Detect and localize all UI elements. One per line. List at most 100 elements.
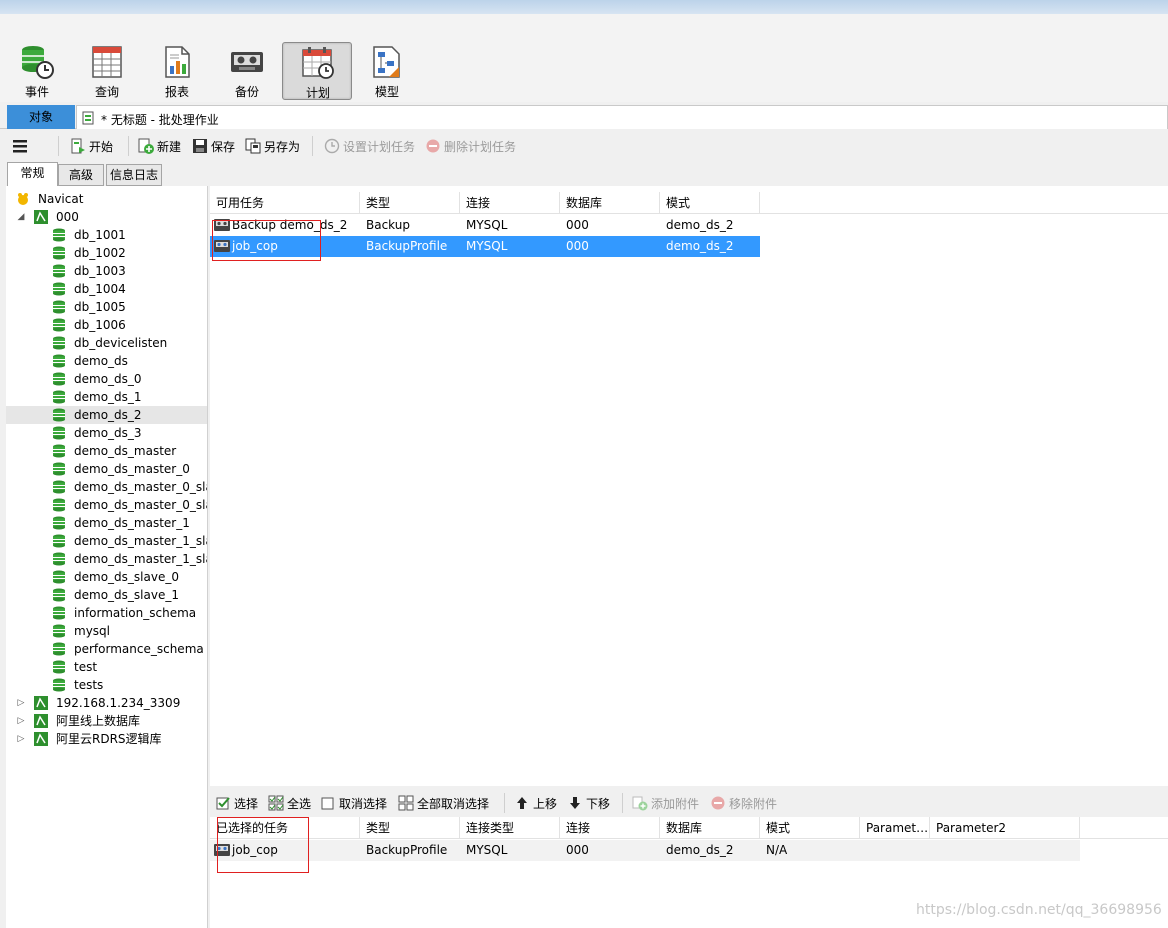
- tree-root[interactable]: Navicat: [6, 190, 207, 208]
- col-connection[interactable]: 连接: [460, 192, 560, 214]
- tree-database-item[interactable]: demo_ds_slave_1: [6, 586, 207, 604]
- tree-database-item[interactable]: demo_ds_master_0_slav: [6, 496, 207, 514]
- start-button[interactable]: 开始: [70, 138, 113, 156]
- save-as-button[interactable]: 另存为: [245, 138, 300, 156]
- tree-connection[interactable]: ◢ 000: [6, 208, 207, 226]
- tree-database-item[interactable]: db_1005: [6, 298, 207, 316]
- expand-arrow-icon[interactable]: ▷: [16, 694, 26, 712]
- tree-database-item[interactable]: information_schema: [6, 604, 207, 622]
- deselect-button[interactable]: 取消选择: [320, 795, 387, 813]
- col-type[interactable]: 类型: [360, 192, 460, 214]
- col-parameter2[interactable]: Parameter2: [930, 817, 1080, 839]
- ribbon-event-button[interactable]: 事件: [2, 42, 72, 100]
- toolbar-separator: [504, 793, 505, 813]
- move-down-button[interactable]: 下移: [567, 795, 610, 813]
- tree-connection[interactable]: ▷ 192.168.1.234_3309: [6, 694, 207, 712]
- col-type[interactable]: 类型: [360, 817, 460, 839]
- tree-database-item[interactable]: demo_ds_master_1_slav: [6, 532, 207, 550]
- tree-database-item[interactable]: demo_ds_slave_0: [6, 568, 207, 586]
- tree-database-item[interactable]: db_1003: [6, 262, 207, 280]
- tree-database-item[interactable]: demo_ds_master_0: [6, 460, 207, 478]
- tree-database-item[interactable]: tests: [6, 676, 207, 694]
- col-parameter1[interactable]: Paramet…: [860, 817, 930, 839]
- tree-database-item[interactable]: demo_ds_2: [6, 406, 207, 424]
- col-available-task[interactable]: 可用任务: [210, 192, 360, 214]
- tree-database-item[interactable]: demo_ds_master_1_slav: [6, 550, 208, 568]
- delete-schedule-label: 删除计划任务: [444, 140, 517, 154]
- database-icon: [53, 606, 65, 620]
- select-button[interactable]: 选择: [215, 795, 258, 813]
- tree-database-item[interactable]: demo_ds_master: [6, 442, 207, 460]
- tree-database-item[interactable]: demo_ds_3: [6, 424, 207, 442]
- remove-attachment-label: 移除附件: [729, 797, 778, 811]
- ribbon-schedule-button[interactable]: 计划: [282, 42, 352, 100]
- collapse-arrow-icon[interactable]: ◢: [16, 208, 26, 226]
- tree-database-item[interactable]: mysql: [6, 622, 207, 640]
- col-database[interactable]: 数据库: [560, 192, 660, 214]
- ribbon-backup-button[interactable]: 备份: [212, 42, 282, 100]
- database-label: demo_ds_master_1_slav: [74, 552, 208, 566]
- new-button[interactable]: 新建: [138, 138, 181, 156]
- save-icon: [193, 139, 207, 153]
- tree-connection[interactable]: ▷ 阿里云RDRS逻辑库: [6, 730, 207, 748]
- ribbon-model-button[interactable]: 模型: [352, 42, 422, 100]
- tree-database-item[interactable]: demo_ds_master_0_slav: [6, 478, 207, 496]
- delete-schedule-button[interactable]: 删除计划任务: [425, 138, 516, 156]
- database-icon: [53, 444, 65, 458]
- tab-message-log[interactable]: 信息日志: [106, 164, 162, 186]
- expand-arrow-icon[interactable]: ▷: [16, 712, 26, 730]
- database-icon: [53, 534, 65, 548]
- tree-database-item[interactable]: db_1001: [6, 226, 207, 244]
- toolbar-separator: [128, 136, 129, 156]
- col-connection-type[interactable]: 连接类型: [460, 817, 560, 839]
- col-schema[interactable]: 模式: [660, 192, 760, 214]
- tree-database-item[interactable]: db_1006: [6, 316, 207, 334]
- deselect-all-button[interactable]: 全部取消选择: [398, 795, 489, 813]
- save-button[interactable]: 保存: [192, 138, 235, 156]
- set-schedule-button[interactable]: 设置计划任务: [324, 138, 415, 156]
- table-row[interactable]: job_cop BackupProfile MYSQL 000 demo_ds_…: [210, 840, 1080, 861]
- remove-attachment-button[interactable]: 移除附件: [710, 795, 777, 813]
- navicat-icon: [18, 193, 28, 205]
- tab-objects[interactable]: 对象: [7, 105, 75, 129]
- menu-button[interactable]: [12, 138, 31, 156]
- move-up-button[interactable]: 上移: [514, 795, 557, 813]
- add-attachment-button[interactable]: 添加附件: [632, 795, 699, 813]
- tab-advanced[interactable]: 高级: [58, 164, 104, 186]
- tree-connection[interactable]: ▷ 阿里线上数据库: [6, 712, 207, 730]
- add-attachment-label: 添加附件: [651, 797, 700, 811]
- tree-database-item[interactable]: db_devicelisten: [6, 334, 207, 352]
- tab-batch-job[interactable]: * 无标题 - 批处理作业: [76, 105, 1168, 129]
- tree-database-item[interactable]: demo_ds_0: [6, 370, 207, 388]
- task-database: 000: [566, 218, 589, 232]
- database-icon: [53, 588, 65, 602]
- tree-database-item[interactable]: db_1004: [6, 280, 207, 298]
- tree-database-item[interactable]: demo_ds_master_1: [6, 514, 207, 532]
- ribbon-report-button[interactable]: 报表: [142, 42, 212, 100]
- expand-arrow-icon[interactable]: ▷: [16, 730, 26, 748]
- database-icon: [53, 354, 65, 368]
- database-label: test: [74, 660, 98, 674]
- database-icon: [53, 408, 65, 422]
- database-icon: [53, 552, 65, 566]
- ribbon-label: 事件: [24, 85, 49, 99]
- tree-database-item[interactable]: test: [6, 658, 207, 676]
- database-icon: [53, 246, 65, 260]
- task-schema: N/A: [766, 843, 788, 857]
- select-label: 选择: [234, 797, 259, 811]
- tree-database-item[interactable]: db_1002: [6, 244, 207, 262]
- ribbon-query-button[interactable]: 查询: [72, 42, 142, 100]
- tree-database-item[interactable]: demo_ds_1: [6, 388, 207, 406]
- tab-general[interactable]: 常规: [7, 162, 58, 186]
- col-schema[interactable]: 模式: [760, 817, 860, 839]
- database-label: db_1006: [74, 318, 126, 332]
- col-database[interactable]: 数据库: [660, 817, 760, 839]
- batch-job-icon: [82, 111, 94, 125]
- tree-database-item[interactable]: demo_ds: [6, 352, 207, 370]
- query-icon: [92, 46, 122, 78]
- col-connection[interactable]: 连接: [560, 817, 660, 839]
- ribbon-label: 报表: [164, 85, 189, 99]
- task-connection: 000: [566, 843, 589, 857]
- select-all-button[interactable]: 全选: [268, 795, 311, 813]
- tree-database-item[interactable]: performance_schema: [6, 640, 207, 658]
